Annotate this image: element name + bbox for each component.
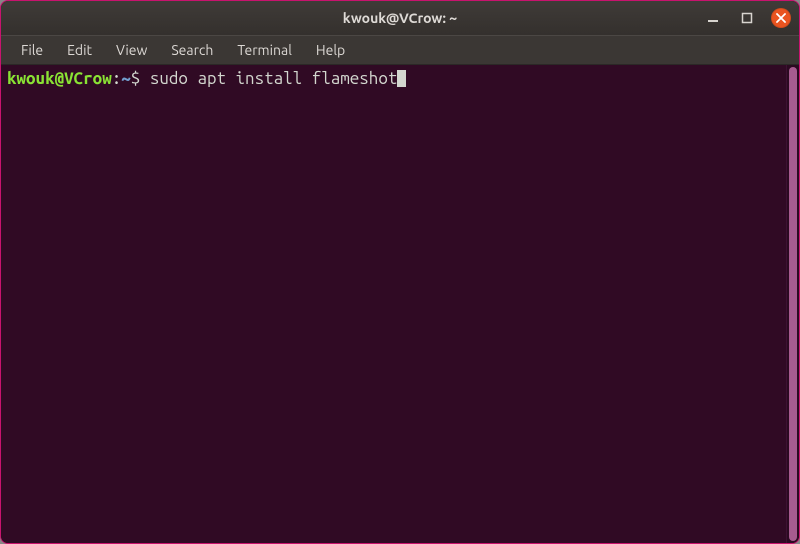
vertical-scrollbar[interactable]: [786, 65, 799, 543]
menu-search[interactable]: Search: [161, 38, 223, 62]
prompt-line: kwouk@VCrow:~$ sudo apt install flamesho…: [7, 69, 406, 88]
cursor-block: [397, 70, 406, 87]
window-controls: [703, 8, 791, 28]
menu-terminal[interactable]: Terminal: [227, 38, 302, 62]
prompt-sigil: $: [131, 69, 150, 88]
window-title: kwouk@VCrow: ~: [1, 10, 799, 26]
menu-view[interactable]: View: [106, 38, 157, 62]
menu-help[interactable]: Help: [306, 38, 355, 62]
maximize-button[interactable]: [737, 8, 757, 28]
terminal-window: kwouk@VCrow: ~ File Edit View: [0, 0, 800, 544]
close-button[interactable]: [771, 8, 791, 28]
prompt-user-host: kwouk@VCrow: [7, 69, 112, 88]
minimize-icon: [707, 12, 719, 24]
prompt-path: ~: [121, 69, 131, 88]
maximize-icon: [741, 12, 753, 24]
prompt-separator: :: [112, 69, 122, 88]
menubar: File Edit View Search Terminal Help: [1, 35, 799, 65]
scrollbar-thumb[interactable]: [789, 67, 797, 541]
window-titlebar[interactable]: kwouk@VCrow: ~: [1, 1, 799, 35]
menu-edit[interactable]: Edit: [57, 38, 102, 62]
command-text: sudo apt install flameshot: [150, 69, 398, 88]
close-icon: [776, 13, 786, 23]
terminal-output[interactable]: kwouk@VCrow:~$ sudo apt install flamesho…: [1, 65, 786, 543]
terminal-area: kwouk@VCrow:~$ sudo apt install flamesho…: [1, 65, 799, 543]
minimize-button[interactable]: [703, 8, 723, 28]
menu-file[interactable]: File: [11, 38, 53, 62]
